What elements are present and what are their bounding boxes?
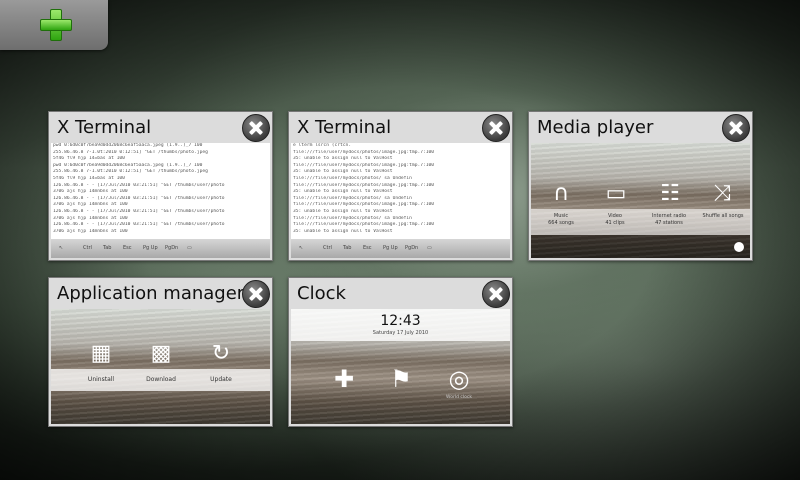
key-esc: Esc	[123, 245, 132, 251]
plus-icon: ✚	[333, 365, 355, 393]
terminal-output: e lterm lsrcn (crtcn. file:///file/user/…	[291, 143, 510, 239]
terminal-line: 255.86.46.8 7-1.0t:2010 0:12:51] "GET /t…	[53, 149, 208, 155]
terminal-line: file:///file/user/mydocs/photos/image.jp…	[293, 202, 435, 208]
terminal-output: pwd 0:6d0c0f7bea9d0dd2068c6eaf5aaca.jpeg…	[51, 143, 270, 239]
window-thumbnail[interactable]: ∩ ▭ ☷ ⤨ Music 664 songs Video 41 clips Int…	[531, 143, 750, 258]
window-title: Media player	[537, 117, 654, 138]
key-pgup: Pg Up	[383, 245, 398, 251]
close-icon[interactable]	[482, 114, 510, 142]
window-card-xterminal-1[interactable]: X Terminal pwd 0:6d0c0f7bea9d0dd2068c6ea…	[48, 111, 273, 261]
shuffle-icon: ⤨	[713, 181, 731, 206]
clock-date: Saturday 17 July 2010	[372, 330, 429, 336]
plus-icon	[40, 9, 72, 41]
key-ctrl: Ctrl	[323, 245, 332, 251]
pointer-icon: ↖	[299, 245, 304, 251]
media-item-shuffle: Shuffle all songs	[702, 213, 744, 219]
terminal-keybar: ↖ Ctrl Tab Esc Pg Up PgDn ▭	[291, 239, 510, 258]
terminal-line: 35: unable to assign null to ValHost	[293, 228, 393, 234]
key-tab: Tab	[343, 245, 352, 251]
key-pgdn: PgDn	[165, 245, 179, 251]
terminal-line: 3706 ajs hjp 14mnbns at 100	[53, 228, 128, 234]
window-card-clock[interactable]: Clock 12:43 Saturday 17 July 2010 ✚ ⚑ ◎ …	[288, 277, 513, 427]
terminal-line: pwd 0:6d0c0f7bea9d0dd2068c6eaf5aaca.jpeg…	[53, 143, 203, 148]
window-title: X Terminal	[57, 117, 152, 138]
window-thumbnail[interactable]: 12:43 Saturday 17 July 2010 ✚ ⚑ ◎ World …	[291, 309, 510, 424]
close-icon[interactable]	[242, 114, 270, 142]
terminal-line: 3706 ajs hjp 14mnbns at 100	[53, 215, 128, 221]
window-card-application-manager[interactable]: Application manager ▦ ▩ ↻ Uninstall Down…	[48, 277, 273, 427]
terminal-line: 255.86.46.8 7-1.0t:2010 0:12:51] "GET /t…	[53, 169, 208, 175]
terminal-line: file:///file/user/mydocs/photos/ sa Unde…	[293, 195, 412, 201]
update-icon: ↻	[211, 341, 231, 366]
globe-icon: ◎	[448, 365, 470, 393]
terminal-line: file:///file/user/mydocs/photos/image.jp…	[293, 222, 435, 228]
terminal-line: 126.86.46.8 - - [17/Jul/2010 03:21:51] "…	[53, 208, 225, 214]
terminal-line: 126.86.46.8 - - [17/Jul/2010 03:21:51] "…	[53, 195, 225, 201]
clock-time: 12:43	[380, 313, 421, 329]
terminal-line: 126.86.46.8 - - [17/Jul/2010 03:21:51] "…	[53, 182, 225, 188]
pointer-icon: ↖	[59, 245, 64, 251]
terminal-line: 126.86.46.8 - - [17/Jul/2010 03:21:51] "…	[53, 222, 225, 228]
terminal-line: file:///file/user/mydocs/photos/image.jp…	[293, 162, 435, 168]
monitor-icon: ▭	[605, 181, 627, 206]
key-ctrl: Ctrl	[83, 245, 92, 251]
terminal-line: 3706 ajs hjp 14mnbns at 100	[53, 202, 128, 208]
appmgr-download: Download	[146, 376, 176, 383]
media-labels: Music 664 songs Video 41 clips Internet ra…	[531, 209, 750, 235]
window-title: X Terminal	[297, 117, 392, 138]
terminal-line: pwd 0:6d0c0f7bea9d0dd2068c6eaf5aaca.jpeg…	[53, 162, 203, 168]
window-title: Application manager	[57, 283, 245, 304]
terminal-line: 5f46 fl9 hjp 14=bas at 100	[53, 175, 125, 181]
window-card-media-player[interactable]: Media player ∩ ▭ ☷ ⤨ Music 664 songs Vide…	[528, 111, 753, 261]
window-thumbnail[interactable]: e lterm lsrcn (crtcn. file:///file/user/…	[291, 143, 510, 258]
terminal-line: 5f46 fl9 hjp 14=bas at 100	[53, 156, 125, 162]
clock-world-label: World clock	[446, 395, 472, 400]
terminal-line: e lterm lsrcn (crtcn.	[293, 143, 352, 148]
uninstall-icon: ▦	[90, 341, 112, 366]
media-item-video: Video 41 clips	[605, 213, 625, 226]
media-item-radio: Internet radio 47 stations	[651, 213, 687, 226]
appmgr-update: Update	[210, 376, 232, 383]
appmgr-uninstall: Uninstall	[87, 376, 115, 383]
key-tab: Tab	[103, 245, 112, 251]
window-title: Clock	[297, 283, 346, 304]
window-thumbnail[interactable]: ▦ ▩ ↻ Uninstall Download Update	[51, 309, 270, 424]
wood-background	[51, 309, 270, 424]
alarm-icon: ⚑	[390, 365, 412, 393]
terminal-line: file:///file/user/mydocs/photos/image.jp…	[293, 149, 435, 155]
add-view-button[interactable]	[0, 0, 108, 50]
headphones-icon: ∩	[552, 181, 570, 206]
keyboard-icon: ▭	[187, 245, 192, 251]
close-icon[interactable]	[722, 114, 750, 142]
terminal-line: 3706 ajs hjp 14mnbns at 100	[53, 189, 128, 195]
terminal-line: file:///file/user/mydocs/photos/image.jp…	[293, 182, 435, 188]
media-item-music: Music 664 songs	[548, 213, 574, 226]
media-bottom-bar	[531, 235, 750, 258]
appmgr-labels: Uninstall Download Update	[51, 369, 270, 391]
key-esc: Esc	[363, 245, 372, 251]
terminal-line: 35: unable to assign null to ValHost	[293, 156, 393, 162]
terminal-line: 35: unable to assign null to ValHost	[293, 208, 393, 214]
terminal-line: 35: unable to assign null to ValHost	[293, 169, 393, 175]
terminal-keybar: ↖ Ctrl Tab Esc Pg Up PgDn ▭	[51, 239, 270, 258]
download-icon: ▩	[150, 341, 172, 366]
play-icon	[734, 242, 744, 252]
radio-icon: ☷	[660, 181, 680, 206]
close-icon[interactable]	[482, 280, 510, 308]
key-pgup: Pg Up	[143, 245, 158, 251]
clock-header: 12:43 Saturday 17 July 2010	[291, 309, 510, 341]
keyboard-icon: ▭	[427, 245, 432, 251]
close-icon[interactable]	[242, 280, 270, 308]
window-thumbnail[interactable]: pwd 0:6d0c0f7bea9d0dd2068c6eaf5aaca.jpeg…	[51, 143, 270, 258]
window-card-xterminal-2[interactable]: X Terminal e lterm lsrcn (crtcn. file://…	[288, 111, 513, 261]
terminal-line: file:///file/user/mydocs/photos/ sa Unde…	[293, 175, 412, 181]
terminal-line: file:///file/user/mydocs/photos/ sa Unde…	[293, 215, 412, 221]
terminal-line: 35: unable to assign null to ValHost	[293, 189, 393, 195]
key-pgdn: PgDn	[405, 245, 419, 251]
